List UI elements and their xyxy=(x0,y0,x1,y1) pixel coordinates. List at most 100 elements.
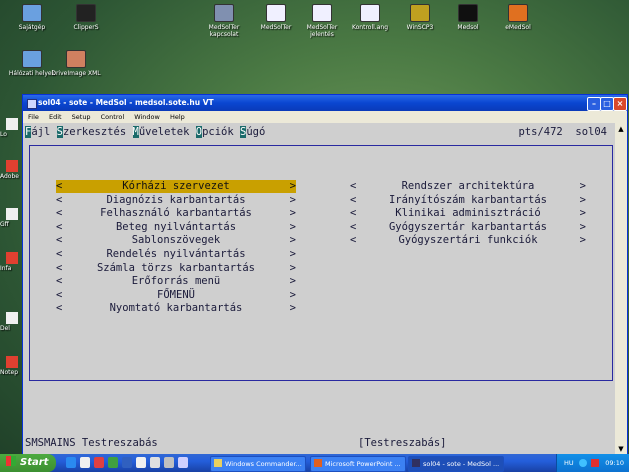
quicklaunch-excel-icon[interactable] xyxy=(108,457,118,468)
antivirus-icon[interactable] xyxy=(591,459,599,467)
menu-option[interactable]: < Rendszer architektúra > xyxy=(350,180,586,193)
taskbar-app-icon xyxy=(214,459,222,467)
quicklaunch-tool-icon[interactable] xyxy=(150,457,160,468)
menu-option[interactable]: < Sablonszövegek > xyxy=(56,234,296,247)
desktop-edge-icon[interactable]: Lo xyxy=(0,118,20,138)
menu-option[interactable]: < Kórházi szervezet > xyxy=(56,180,296,193)
menu-option[interactable]: < Irányítószám karbantartás > xyxy=(350,194,586,207)
taskbar-button-label: sol04 - sote - MedSol ... xyxy=(423,460,500,468)
taskbar-window-button[interactable]: sol04 - sote - MedSol ... xyxy=(408,456,504,472)
desktop-app-icon xyxy=(410,4,430,22)
windows-flag-icon xyxy=(6,456,16,466)
start-label: Start xyxy=(20,457,49,468)
desktop-icon[interactable]: Kontroll.ang xyxy=(342,4,398,31)
status-mode: [Testreszabás] xyxy=(358,437,447,449)
desktop-icon[interactable]: DriveImage XML xyxy=(48,50,104,77)
menu-option[interactable]: < Nyomtató karbantartás > xyxy=(56,302,296,315)
menu-help[interactable]: Help xyxy=(170,113,185,121)
language-indicator[interactable]: HU xyxy=(564,454,574,472)
menu-option[interactable]: < Klinikai adminisztráció > xyxy=(350,207,586,220)
window-titlebar[interactable]: sol04 - sote - MedSol - medsol.sote.hu V… xyxy=(23,95,627,111)
menu-option[interactable]: < Felhasználó karbantartás > xyxy=(56,207,296,220)
network-icon[interactable] xyxy=(579,459,587,467)
desktop-app-icon xyxy=(312,4,332,22)
menu-option-label: Gyógyszertári funkciók xyxy=(398,234,538,247)
menu-setup[interactable]: Setup xyxy=(72,113,91,121)
terminal-menu-item[interactable]: Fájl xyxy=(25,126,50,138)
bracket-right: > xyxy=(289,193,296,206)
vertical-scrollbar[interactable]: ▲ ▼ xyxy=(615,123,627,455)
menu-option[interactable]: < Diagnózis karbantartás > xyxy=(56,194,296,207)
quicklaunch-extra-icon[interactable] xyxy=(178,457,188,468)
desktop-icon[interactable]: Sajátgép xyxy=(4,4,60,31)
clock: 09:10 xyxy=(605,459,624,467)
menu-edit[interactable]: Edit xyxy=(49,113,62,121)
desktop-icon[interactable]: eMedSol xyxy=(490,4,546,31)
menu-item-label: úgó xyxy=(246,126,266,138)
desktop-app-icon xyxy=(22,4,42,22)
desktop-edge-icon[interactable]: Adobe xyxy=(0,160,20,180)
desktop-icon[interactable]: MedSolTer kapcsolat xyxy=(196,4,252,38)
bracket-right: > xyxy=(289,302,296,315)
menu-control[interactable]: Control xyxy=(101,113,125,121)
taskbar-window-button[interactable]: Windows Commander... xyxy=(210,456,306,472)
bracket-right: > xyxy=(579,220,586,233)
menu-option-label: Nyomtató karbantartás xyxy=(109,302,243,315)
menu-option-label: FŐMENÜ xyxy=(157,288,195,301)
desktop-edge-label: Del xyxy=(0,325,10,332)
desktop-icon-label: Sajátgép xyxy=(18,24,46,31)
desktop-icon-label: Medsol xyxy=(457,24,479,31)
menu-option[interactable]: < Beteg nyilvántartás > xyxy=(56,221,296,234)
desktop-edge-icon[interactable]: Notep xyxy=(0,356,20,376)
quicklaunch-ie-icon[interactable] xyxy=(66,457,76,468)
quicklaunch-word-icon[interactable] xyxy=(122,457,132,468)
menu-option-label: Felhasználó karbantartás xyxy=(100,207,252,220)
desktop-edge-icon[interactable]: Infa xyxy=(0,252,20,272)
menu-option-label: Rendelés nyilvántartás xyxy=(106,248,246,260)
desktop-edge-icon[interactable]: Del xyxy=(0,312,20,332)
menu-option[interactable]: < Erőforrás menü > xyxy=(56,275,296,288)
bracket-right: > xyxy=(289,234,296,247)
menu-option[interactable]: < Gyógyszertári funkciók > xyxy=(350,234,586,247)
menu-option[interactable]: < Számla törzs karbantartás > xyxy=(56,262,296,275)
terminal-window[interactable]: sol04 - sote - MedSol - medsol.sote.hu V… xyxy=(22,94,628,456)
scroll-down-icon[interactable]: ▼ xyxy=(616,444,626,454)
desktop-icon[interactable]: Medsol xyxy=(440,4,496,31)
start-button[interactable]: Start xyxy=(0,454,56,472)
desktop-edge-label: Gff xyxy=(0,221,9,228)
quicklaunch-office-icon[interactable] xyxy=(94,457,104,468)
maximize-button[interactable]: □ xyxy=(600,97,614,111)
menu-option[interactable]: < Rendelés nyilvántartás > xyxy=(56,248,296,261)
desktop-edge-app-icon xyxy=(6,118,18,130)
bracket-right: > xyxy=(579,207,586,220)
close-button[interactable]: × xyxy=(613,97,627,111)
terminal-menu-item[interactable]: Műveletek xyxy=(132,126,189,138)
terminal-menu-item[interactable]: Szerkesztés xyxy=(56,126,126,138)
scroll-up-icon[interactable]: ▲ xyxy=(616,124,626,134)
desktop-edge-app-icon xyxy=(6,312,18,324)
taskbar-window-button[interactable]: Microsoft PowerPoint ... xyxy=(310,456,406,472)
quicklaunch-app-icon[interactable] xyxy=(136,457,146,468)
bracket-right: > xyxy=(579,234,586,247)
minimize-button[interactable]: – xyxy=(587,97,601,111)
quicklaunch-misc-icon[interactable] xyxy=(164,457,174,468)
desktop-icon-label: ClipperS xyxy=(73,24,99,31)
menu-window[interactable]: Window xyxy=(134,113,160,121)
desktop-edge-icon[interactable]: Gff xyxy=(0,208,20,228)
desktop-app-icon xyxy=(76,4,96,22)
bracket-right: > xyxy=(289,207,296,220)
window-menubar: File Edit Setup Control Window Help xyxy=(23,111,627,123)
bracket-right: > xyxy=(289,248,296,260)
menu-file[interactable]: File xyxy=(28,113,39,121)
bracket-right: > xyxy=(289,180,296,192)
taskbar-button-label: Windows Commander... xyxy=(225,460,302,468)
menu-option[interactable]: < Gyógyszertár karbantartás > xyxy=(350,221,586,234)
menu-box: < Kórházi szervezet > < Diagnózis karbantart… xyxy=(29,145,613,381)
terminal-menu-item[interactable]: Súgó xyxy=(240,126,265,138)
quicklaunch-desktop-icon[interactable] xyxy=(80,457,90,468)
menu-option[interactable]: < FŐMENÜ > xyxy=(56,289,296,302)
desktop-icon[interactable]: ClipperS xyxy=(58,4,114,31)
terminal-menu-item[interactable]: Opciók xyxy=(195,126,234,138)
terminal-screen[interactable]: Fájl Szerkesztés Műveletek Opciók Súgó p… xyxy=(23,123,615,455)
desktop-app-icon xyxy=(508,4,528,22)
